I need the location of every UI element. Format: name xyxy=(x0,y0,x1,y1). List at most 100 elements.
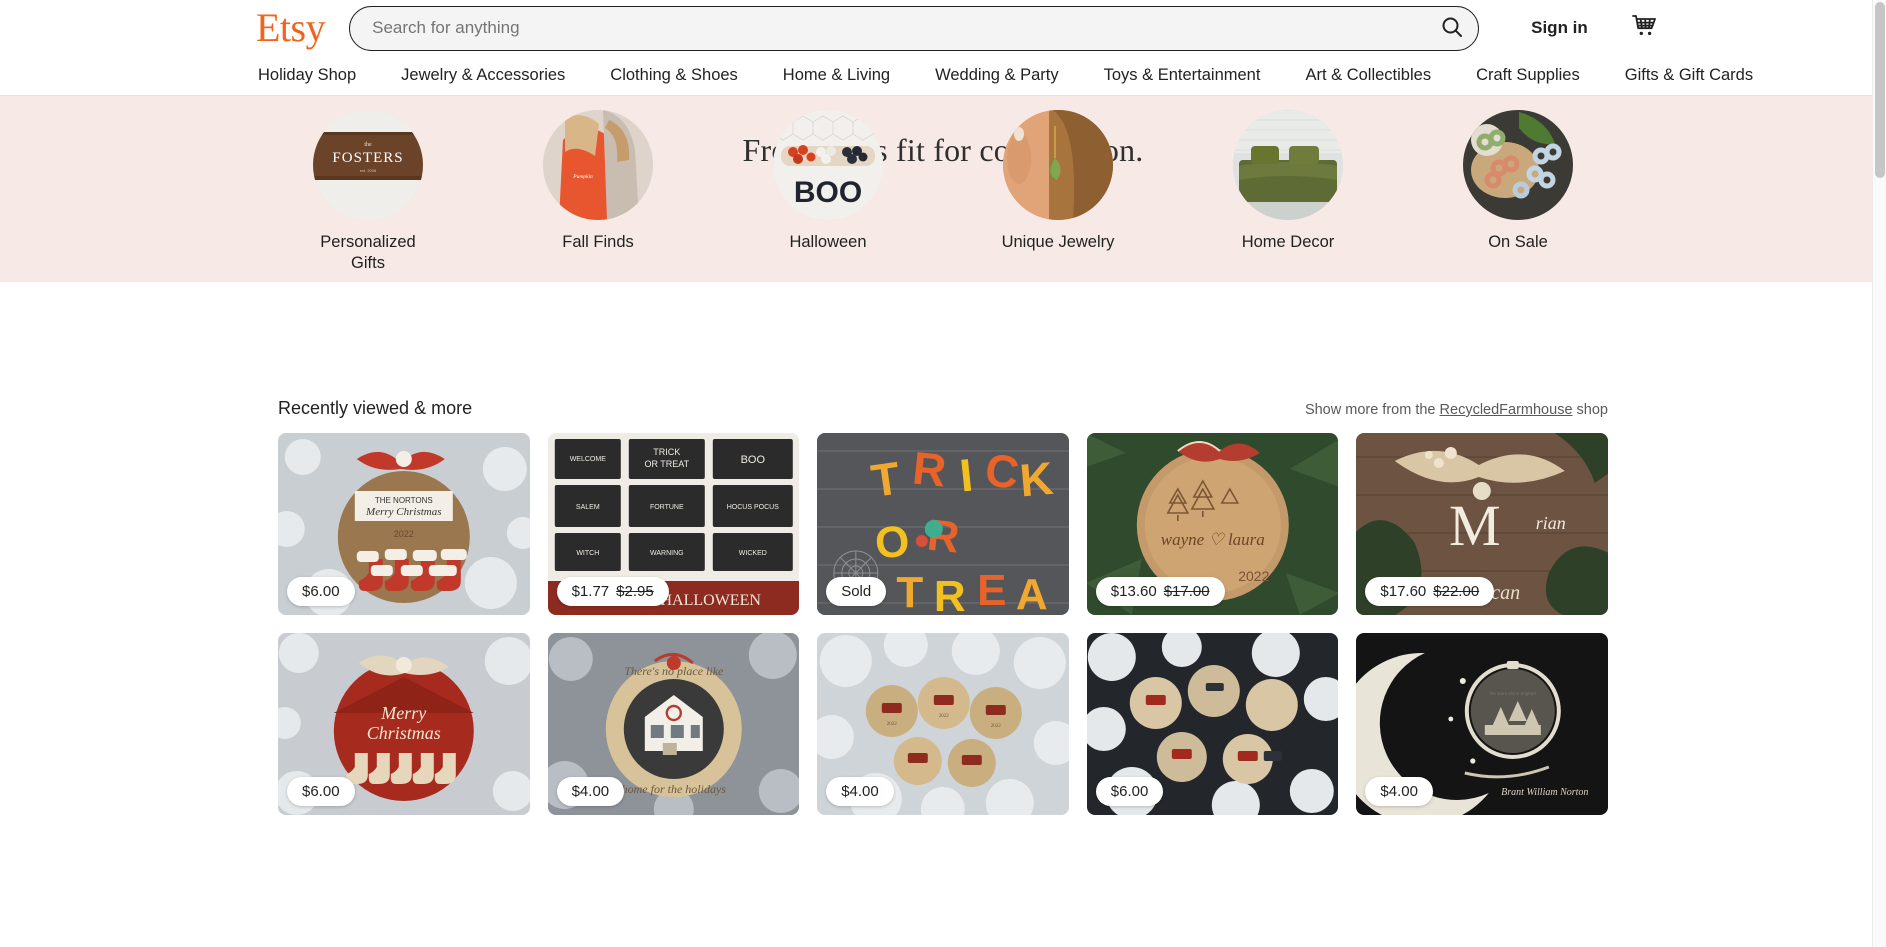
svg-text:O: O xyxy=(873,516,912,568)
svg-text:rian: rian xyxy=(1536,513,1566,533)
show-more-suffix: shop xyxy=(1576,402,1608,418)
category-unique-jewelry[interactable]: Unique Jewelry xyxy=(978,110,1138,275)
product-card[interactable]: wayne ♡ laura 2022 $13.60 $17.00 xyxy=(1086,433,1339,615)
nav-item-art-collectibles[interactable]: Art & Collectibles xyxy=(1305,66,1431,85)
svg-text:WICKED: WICKED xyxy=(738,550,766,557)
status: Sold xyxy=(841,583,872,600)
category-label: Fall Finds xyxy=(562,233,634,251)
svg-text:HOCUS POCUS: HOCUS POCUS xyxy=(726,504,778,511)
svg-text:2022: 2022 xyxy=(887,722,898,727)
svg-text:R: R xyxy=(910,441,948,496)
on-sale-image xyxy=(1463,110,1573,220)
svg-text:T: T xyxy=(897,568,924,615)
nav-item-wedding-party[interactable]: Wedding & Party xyxy=(935,66,1059,85)
product-card[interactable]: Merry Christmas $6.00 xyxy=(278,633,530,815)
nav-item-clothing-shoes[interactable]: Clothing & Shoes xyxy=(610,66,738,85)
main-content: Recently viewed & more Show more from th… xyxy=(278,282,1608,815)
product-card[interactable]: WELCOME TRICK OR TREAT BOO SALEM FORTUNE HO… xyxy=(547,433,800,615)
category-label: Home Decor xyxy=(1241,233,1335,251)
nav-item-home-living[interactable]: Home & Living xyxy=(783,66,890,85)
price-badge: $6.00 xyxy=(287,777,355,806)
price: $4.00 xyxy=(841,783,879,800)
shopping-cart-icon xyxy=(1631,14,1659,43)
svg-text:2022: 2022 xyxy=(939,714,950,719)
svg-text:E: E xyxy=(977,566,1006,615)
section-title: Recently viewed & more xyxy=(278,398,473,418)
product-card[interactable]: There's no place like home for the holid… xyxy=(547,633,800,815)
halloween-image: BOO xyxy=(773,110,883,220)
price-badge: $6.00 xyxy=(287,577,355,606)
show-more-text: Show more from the RecycledFarmhouse sho… xyxy=(1305,402,1608,418)
show-more-prefix: Show more from the xyxy=(1304,402,1436,418)
category-label: Personalized Gifts xyxy=(320,233,416,273)
category-label: On Sale xyxy=(1488,233,1548,251)
search-input[interactable] xyxy=(372,6,1433,50)
svg-text:2022: 2022 xyxy=(394,529,414,539)
product-card[interactable]: M rian murican $17.60 $22.00 xyxy=(1356,433,1608,615)
svg-text:2022: 2022 xyxy=(1238,568,1269,584)
price: $1.77 xyxy=(571,583,610,600)
search-icon xyxy=(1440,15,1464,42)
svg-text:WELCOME: WELCOME xyxy=(569,456,606,463)
home-decor-image xyxy=(1233,110,1343,220)
category-circle-row: FOSTERS the est. 2008 Personalized Gifts… xyxy=(0,110,1886,275)
category-home-decor[interactable]: Home Decor xyxy=(1208,110,1368,275)
nav-item-holiday-shop[interactable]: Holiday Shop xyxy=(258,66,356,85)
price-badge: $6.00 xyxy=(1095,777,1164,806)
svg-text:wayne ♡ laura: wayne ♡ laura xyxy=(1161,530,1265,549)
product-card[interactable]: 2022 2022 2022 $4.00 xyxy=(817,633,1069,815)
etsy-logo[interactable]: Etsy xyxy=(256,8,326,48)
svg-text:FOSTERS: FOSTERS xyxy=(332,150,403,166)
product-card[interactable]: Brant William Norton the stars shine bri… xyxy=(1356,633,1608,815)
nav-item-jewelry-accessories[interactable]: Jewelry & Accessories xyxy=(401,66,565,85)
price: $6.00 xyxy=(1110,783,1149,800)
cart-button[interactable] xyxy=(1628,11,1662,45)
svg-text:SALEM: SALEM xyxy=(576,504,600,511)
product-card[interactable]: T R I C K O R T R E A Sold xyxy=(817,433,1069,615)
original-price: $22.00 xyxy=(1433,583,1480,600)
unique-jewelry-image xyxy=(1003,110,1113,220)
svg-text:BOO: BOO xyxy=(740,454,765,466)
sold-badge: Sold xyxy=(826,577,887,606)
svg-text:K: K xyxy=(1018,452,1056,507)
svg-text:Merry: Merry xyxy=(380,703,426,723)
category-personalized-gifts[interactable]: FOSTERS the est. 2008 Personalized Gifts xyxy=(288,110,448,275)
price: $17.60 xyxy=(1380,583,1427,600)
svg-text:There's no place like: There's no place like xyxy=(624,664,724,678)
svg-text:TRICK: TRICK xyxy=(653,447,680,457)
category-label: Halloween xyxy=(789,233,867,251)
svg-text:OR TREAT: OR TREAT xyxy=(644,459,689,469)
price-badge: $1.77 $2.95 xyxy=(556,577,669,606)
category-fall-finds[interactable]: Pumpkin Fall Finds xyxy=(518,110,678,275)
price-badge: $13.60 $17.00 xyxy=(1095,577,1225,606)
product-card[interactable]: THE NORTONS Merry Christmas 2022 $6.00 xyxy=(278,433,530,615)
price-badge: $4.00 xyxy=(826,777,894,806)
svg-text:est. 2008: est. 2008 xyxy=(360,168,377,173)
svg-text:M: M xyxy=(1449,493,1501,558)
site-header: Etsy Sign in xyxy=(0,0,1886,56)
svg-text:WITCH: WITCH xyxy=(576,550,599,557)
price: $6.00 xyxy=(302,583,340,600)
svg-text:the: the xyxy=(364,142,372,148)
sign-in-button[interactable]: Sign in xyxy=(1531,18,1588,38)
price-badge: $4.00 xyxy=(556,777,625,806)
nav-item-craft-supplies[interactable]: Craft Supplies xyxy=(1476,66,1580,85)
category-halloween[interactable]: BOO Halloween xyxy=(748,110,908,275)
personalized-gifts-image: FOSTERS the est. 2008 xyxy=(313,110,423,220)
nav-item-gifts-gift-cards[interactable]: Gifts & Gift Cards xyxy=(1625,66,1753,85)
svg-text:Pumpkin: Pumpkin xyxy=(572,174,593,180)
search-button[interactable] xyxy=(1432,9,1472,47)
svg-text:WARNING: WARNING xyxy=(650,550,684,557)
category-label: Unique Jewelry xyxy=(1001,233,1115,251)
product-grid: THE NORTONS Merry Christmas 2022 $6.00 W… xyxy=(278,433,1608,815)
nav-item-toys-entertainment[interactable]: Toys & Entertainment xyxy=(1104,66,1261,85)
svg-text:home for the holidays: home for the holidays xyxy=(621,782,726,796)
svg-text:Merry Christmas: Merry Christmas xyxy=(365,506,441,518)
price-badge: $4.00 xyxy=(1365,777,1433,806)
svg-text:the stars shine brighter: the stars shine brighter xyxy=(1490,691,1537,696)
shop-link[interactable]: RecycledFarmhouse xyxy=(1440,402,1573,418)
search-bar[interactable] xyxy=(349,5,1480,51)
category-on-sale[interactable]: On Sale xyxy=(1438,110,1598,275)
product-card[interactable]: $6.00 xyxy=(1086,633,1339,815)
svg-text:Christmas: Christmas xyxy=(367,723,441,743)
